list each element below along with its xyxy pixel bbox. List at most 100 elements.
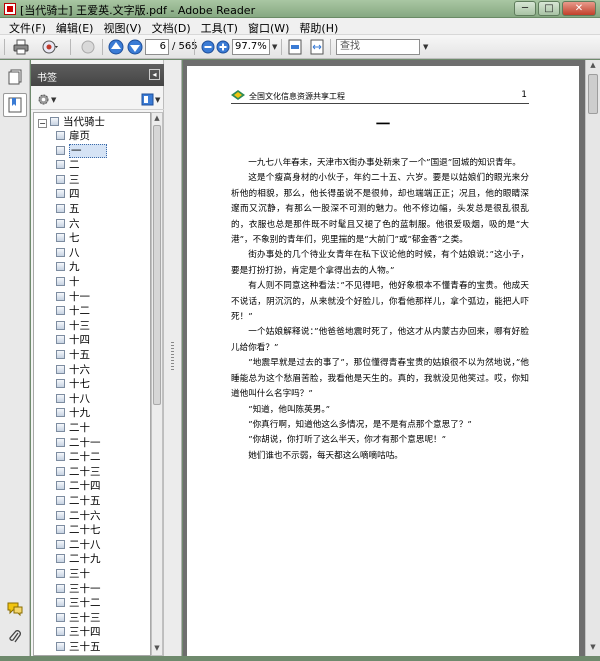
document-scrollbar[interactable]: ▲ ▼ bbox=[585, 60, 600, 656]
menu-document[interactable]: 文档(D) bbox=[149, 18, 198, 35]
collapse-icon[interactable]: − bbox=[38, 119, 47, 128]
paragraph: 一九七八年春末，天津市X街办事处新来了一个”国退”回城的知识青年。 bbox=[248, 158, 521, 168]
bookmark-item[interactable]: 十一 bbox=[56, 290, 90, 304]
minimize-button[interactable]: ─ bbox=[514, 1, 536, 16]
bookmark-item[interactable]: 七 bbox=[56, 231, 80, 245]
collapse-panel-icon[interactable]: ◂ bbox=[149, 69, 160, 80]
bookmark-item[interactable]: 十三 bbox=[56, 319, 90, 333]
bookmark-label: 十 bbox=[69, 276, 80, 288]
splitter-grip[interactable] bbox=[171, 342, 174, 372]
bookmark-item[interactable]: 十七 bbox=[56, 377, 90, 391]
bookmark-icon bbox=[56, 642, 65, 651]
bookmark-item[interactable]: 四 bbox=[56, 187, 80, 201]
bookmark-item[interactable]: 二十九 bbox=[56, 552, 101, 566]
bookmark-item[interactable]: 十九 bbox=[56, 406, 90, 420]
attachments-icon[interactable] bbox=[7, 628, 23, 646]
bookmark-item[interactable]: 一 bbox=[56, 143, 107, 158]
bookmark-item[interactable]: 二十七 bbox=[56, 523, 101, 537]
scroll-up-icon[interactable]: ▲ bbox=[153, 114, 161, 124]
bookmark-item[interactable]: 二 bbox=[56, 158, 80, 172]
close-button[interactable]: ✕ bbox=[562, 1, 596, 16]
scrollbar-thumb[interactable] bbox=[588, 74, 598, 114]
bookmarks-scrollbar[interactable]: ▲ ▼ bbox=[151, 112, 163, 656]
bookmark-item[interactable]: 三十一 bbox=[56, 582, 101, 596]
bookmark-item[interactable]: 十八 bbox=[56, 392, 90, 406]
bookmark-item[interactable]: 十五 bbox=[56, 348, 90, 362]
bookmark-icon bbox=[56, 131, 65, 140]
running-header: 全国文化信息资源共享工程 1 bbox=[231, 88, 529, 104]
scroll-down-icon[interactable]: ▼ bbox=[588, 643, 598, 655]
bookmark-item[interactable]: 五 bbox=[56, 202, 80, 216]
bookmark-item[interactable]: 三十四 bbox=[56, 625, 101, 639]
paragraph: 一个姑娘解释说：”他爸爸地震时死了，他这才从内蒙古办回来，哪有好脸儿给你看？” bbox=[231, 327, 529, 353]
paragraph: ”知道，他叫陈英男。” bbox=[248, 404, 331, 415]
page-number-input[interactable]: 6 bbox=[145, 39, 169, 55]
fit-width-icon[interactable] bbox=[308, 38, 326, 56]
bookmark-item[interactable]: 二十一 bbox=[56, 436, 101, 450]
menu-view[interactable]: 视图(V) bbox=[100, 18, 148, 35]
share-icon[interactable] bbox=[38, 38, 64, 56]
bookmark-item[interactable]: 二十六 bbox=[56, 509, 101, 523]
bookmark-item[interactable]: 二十 bbox=[56, 421, 90, 435]
bookmark-icon bbox=[56, 452, 65, 462]
options-menu-button[interactable]: ▼ bbox=[37, 93, 56, 106]
find-input[interactable]: 查找 bbox=[336, 39, 420, 55]
next-page-icon[interactable] bbox=[126, 38, 144, 56]
bookmark-item[interactable]: 六 bbox=[56, 217, 80, 231]
bookmark-item[interactable]: 三十三 bbox=[56, 611, 101, 625]
bookmark-item[interactable]: 十二 bbox=[56, 304, 90, 318]
menu-file[interactable]: 文件(F) bbox=[6, 18, 53, 35]
hand-tool-icon[interactable] bbox=[78, 38, 98, 56]
bookmark-icon bbox=[56, 539, 65, 549]
maximize-button[interactable]: □ bbox=[538, 1, 560, 16]
pages-icon[interactable] bbox=[7, 68, 23, 86]
scroll-down-icon[interactable]: ▼ bbox=[153, 644, 161, 654]
zoom-in-icon[interactable] bbox=[214, 38, 232, 56]
bookmarks-icon[interactable] bbox=[3, 93, 27, 117]
comments-icon[interactable] bbox=[7, 600, 23, 618]
fit-page-icon[interactable] bbox=[286, 38, 304, 56]
bookmark-item[interactable]: 十六 bbox=[56, 363, 90, 377]
bookmark-label: 二十五 bbox=[69, 495, 101, 507]
chevron-down-icon[interactable]: ▼ bbox=[272, 43, 277, 61]
previous-page-icon[interactable] bbox=[107, 38, 125, 56]
adobe-reader-icon bbox=[4, 3, 16, 15]
document-viewport[interactable]: 全国文化信息资源共享工程 1 一 一九七八年春末，天津市X街办事处新来了一个”国… bbox=[183, 60, 585, 661]
bookmark-item[interactable]: 三十 bbox=[56, 567, 90, 581]
bookmark-item[interactable]: 三十五 bbox=[56, 640, 101, 654]
menu-tools[interactable]: 工具(T) bbox=[198, 18, 245, 35]
bookmark-label: 二 bbox=[69, 159, 80, 172]
bookmark-item[interactable]: 十 bbox=[56, 275, 80, 289]
scroll-up-icon[interactable]: ▲ bbox=[588, 61, 598, 73]
bookmark-label: 扉页 bbox=[69, 130, 90, 142]
bookmark-item[interactable]: 十四 bbox=[56, 333, 90, 347]
bookmark-item[interactable]: 二十二 bbox=[56, 450, 101, 464]
menu-edit[interactable]: 编辑(E) bbox=[53, 18, 101, 35]
bookmark-item[interactable]: 二十三 bbox=[56, 465, 101, 479]
toolbar-separator bbox=[281, 39, 282, 55]
bookmark-item[interactable]: 九 bbox=[56, 260, 80, 274]
new-bookmark-button[interactable]: ▼ bbox=[141, 93, 160, 106]
bookmark-label: 二十六 bbox=[69, 509, 101, 522]
paragraph: ”地震早就是过去的事了”，那位懂得青春宝贵的姑娘很不以为然地说，”他睡能总为这个… bbox=[231, 358, 529, 400]
bookmark-label: 一 bbox=[69, 143, 107, 158]
chevron-down-icon[interactable]: ▼ bbox=[423, 43, 428, 61]
bookmark-root[interactable]: − 当代骑士 bbox=[38, 115, 105, 129]
zoom-level-select[interactable]: 97.7% bbox=[232, 39, 270, 55]
bookmark-item[interactable]: 二十八 bbox=[56, 538, 101, 552]
window-title: [当代骑士] 王爱英.文字版.pdf - Adobe Reader bbox=[20, 4, 256, 17]
menu-window[interactable]: 窗口(W) bbox=[245, 18, 296, 35]
bookmark-item[interactable]: 八 bbox=[56, 246, 80, 260]
bookmark-icon bbox=[56, 335, 65, 345]
bookmark-item[interactable]: 三 bbox=[56, 173, 80, 187]
menu-help[interactable]: 帮助(H) bbox=[296, 18, 345, 35]
toolbar-separator bbox=[102, 39, 103, 55]
bookmark-item[interactable]: 扉页 bbox=[56, 129, 90, 143]
scrollbar-thumb[interactable] bbox=[153, 125, 161, 405]
bookmark-item[interactable]: 二十五 bbox=[56, 494, 101, 508]
bookmark-item[interactable]: 三十二 bbox=[56, 596, 101, 610]
bookmark-label: 十二 bbox=[69, 305, 90, 318]
bookmark-item[interactable]: 二十四 bbox=[56, 479, 101, 493]
print-icon[interactable] bbox=[12, 38, 30, 56]
panel-splitter[interactable] bbox=[164, 60, 182, 656]
